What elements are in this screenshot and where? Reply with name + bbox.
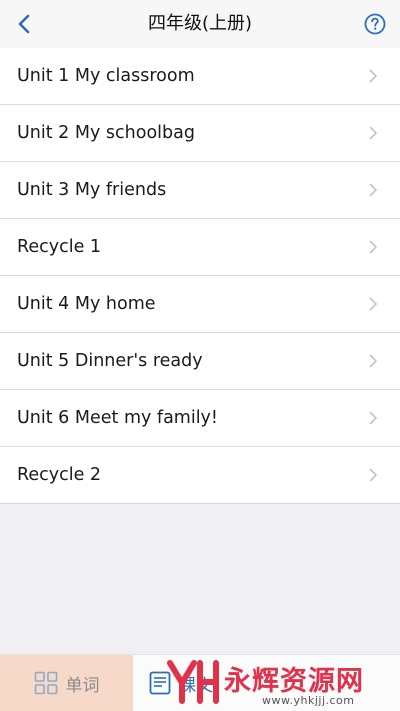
watermark-brand: 永辉资源网: [224, 666, 364, 697]
list-item-label: Recycle 1: [17, 237, 102, 257]
chevron-right-icon: [369, 126, 378, 140]
list-item[interactable]: Unit 6 Meet my family!: [0, 390, 400, 447]
list-item-label: Unit 6 Meet my family!: [17, 408, 218, 428]
app-screen: 四年级(上册) Unit 1 My classroom Unit 2 My sc…: [0, 0, 400, 711]
list-item[interactable]: Unit 4 My home: [0, 276, 400, 333]
watermark-url: www.yhkjjj.com: [262, 694, 355, 707]
list-item-label: Unit 5 Dinner's ready: [17, 351, 203, 371]
chevron-right-icon: [369, 411, 378, 425]
list-item-label: Unit 2 My schoolbag: [17, 123, 195, 143]
tab-words-label: 单词: [65, 675, 100, 696]
list-item-label: Unit 4 My home: [17, 294, 156, 314]
chevron-right-icon: [369, 240, 378, 254]
chevron-right-icon: [369, 183, 378, 197]
list-item[interactable]: Unit 1 My classroom: [0, 48, 400, 105]
help-button[interactable]: [364, 13, 386, 35]
page-title: 四年级(上册): [147, 13, 253, 34]
list-item[interactable]: Recycle 2: [0, 447, 400, 503]
help-icon: [364, 13, 386, 35]
navigation-bar: 四年级(上册): [0, 0, 400, 48]
list-item-label: Recycle 2: [17, 465, 102, 485]
chevron-right-icon: [369, 468, 378, 482]
watermark-logo: 永辉资源网 www.yhkjjj.com: [166, 657, 396, 709]
list-item-label: Unit 3 My friends: [17, 180, 167, 200]
grid-icon: [34, 671, 57, 695]
chevron-right-icon: [369, 297, 378, 311]
unit-list: Unit 1 My classroom Unit 2 My schoolbag …: [0, 48, 400, 504]
list-item[interactable]: Recycle 1: [0, 219, 400, 276]
chevron-right-icon: [369, 69, 378, 83]
list-item-label: Unit 1 My classroom: [17, 66, 195, 86]
yh-logo-icon: [167, 660, 219, 704]
list-item[interactable]: Unit 5 Dinner's ready: [0, 333, 400, 390]
chevron-right-icon: [369, 354, 378, 368]
list-item[interactable]: Unit 3 My friends: [0, 162, 400, 219]
tab-words[interactable]: 单词: [0, 655, 133, 711]
bottom-tab-bar: 单词 课文 永辉资源网 www.yhkjjj.com: [0, 654, 400, 711]
list-item[interactable]: Unit 2 My schoolbag: [0, 105, 400, 162]
